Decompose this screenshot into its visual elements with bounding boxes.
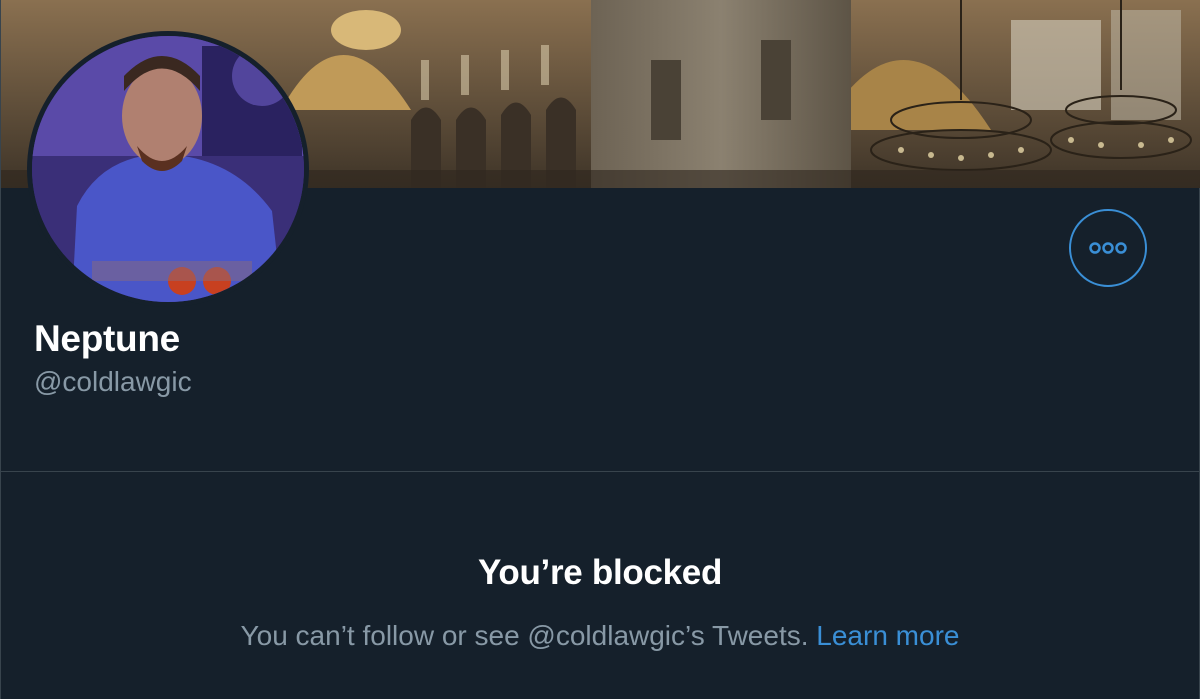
blocked-message: You can’t follow or see @coldlawgic’s Tw… xyxy=(240,620,809,651)
avatar-image xyxy=(32,36,304,302)
learn-more-link[interactable]: Learn more xyxy=(816,620,959,651)
profile-avatar[interactable] xyxy=(27,31,309,307)
section-divider xyxy=(1,471,1199,472)
more-options-button[interactable] xyxy=(1069,209,1147,287)
profile-handle: @coldlawgic xyxy=(34,366,192,397)
profile-page: Neptune @coldlawgic You’re blocked You c… xyxy=(0,0,1200,699)
blocked-title: You’re blocked xyxy=(477,553,723,592)
blocked-message-row: You can’t follow or see @coldlawgic’s Tw… xyxy=(1,620,1199,652)
profile-display-name: Neptune xyxy=(34,318,180,359)
more-horizontal-icon xyxy=(1089,242,1127,254)
